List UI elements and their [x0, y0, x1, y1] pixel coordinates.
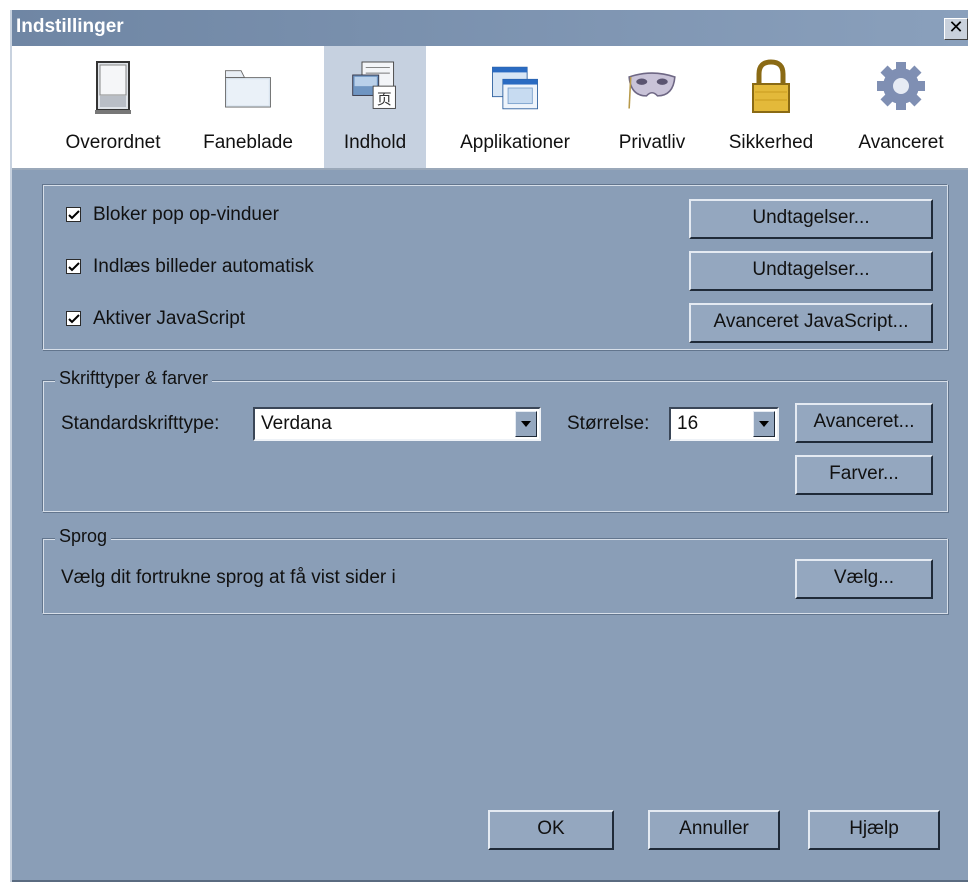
colors-button[interactable]: Farver... [795, 455, 933, 495]
block-popups-label: Bloker pop op-vinduer [93, 204, 279, 225]
checkmark-icon [68, 262, 80, 272]
block-popups-checkbox[interactable] [66, 207, 81, 222]
default-font-value: Verdana [261, 413, 332, 434]
font-size-dropdown-button[interactable] [753, 411, 775, 437]
chevron-down-icon [759, 421, 769, 427]
cancel-button[interactable]: Annuller [648, 810, 780, 850]
tabs-icon [225, 70, 271, 108]
image-exceptions-button[interactable]: Undtagelser... [689, 251, 933, 291]
tab-applications[interactable]: Applikationer [440, 46, 590, 168]
ok-button[interactable]: OK [488, 810, 614, 850]
tab-content[interactable]: 页 Indhold [324, 46, 426, 168]
default-font-label: Standardskrifttype: [61, 413, 220, 434]
default-font-dropdown-button[interactable] [515, 411, 537, 437]
language-legend: Sprog [55, 526, 112, 547]
lock-icon [752, 59, 790, 113]
close-button[interactable]: ✕ [944, 18, 968, 40]
tab-applications-label: Applikationer [460, 132, 570, 153]
help-button[interactable]: Hjælp [808, 810, 940, 850]
preferences-window: Indstillinger ✕ Overordnet Faneblade 页 I… [10, 10, 968, 882]
tab-general[interactable]: Overordnet [48, 46, 178, 168]
tab-advanced-label: Avanceret [858, 132, 944, 153]
load-images-checkbox[interactable] [66, 259, 81, 274]
tab-security[interactable]: Sikkerhed [716, 46, 826, 168]
fonts-colors-legend: Skrifttyper & farver [55, 368, 213, 389]
tab-content-label: Indhold [343, 132, 407, 153]
tab-privacy[interactable]: Privatliv [600, 46, 704, 168]
enable-javascript-checkbox[interactable] [66, 311, 81, 326]
tab-security-label: Sikkerhed [728, 132, 814, 153]
tab-tabs-label: Faneblade [203, 132, 293, 153]
content-settings-panel: Bloker pop op-vinduer Undtagelser... Ind… [42, 184, 948, 350]
content-icon: 页 [352, 61, 396, 109]
font-size-select[interactable]: 16 [669, 407, 779, 441]
chevron-down-icon [521, 421, 531, 427]
window-title: Indstillinger [16, 16, 124, 37]
fonts-advanced-button[interactable]: Avanceret... [795, 403, 933, 443]
enable-javascript-label: Aktiver JavaScript [93, 308, 246, 329]
advanced-javascript-button[interactable]: Avanceret JavaScript... [689, 303, 933, 343]
tab-privacy-label: Privatliv [618, 132, 686, 153]
gear-icon [877, 62, 925, 110]
language-description: Vælg dit fortrukne sprog at få vist side… [61, 567, 396, 588]
applications-icon [492, 66, 538, 110]
privacy-mask-icon [628, 72, 676, 109]
fonts-colors-group: Skrifttyper & farver Standardskrifttype:… [42, 368, 948, 512]
popup-exceptions-button[interactable]: Undtagelser... [689, 199, 933, 239]
checkmark-icon [68, 314, 80, 324]
tab-advanced[interactable]: Avanceret [842, 46, 960, 168]
close-icon: ✕ [948, 17, 964, 38]
tab-general-label: Overordnet [65, 132, 161, 153]
general-icon [95, 61, 131, 114]
choose-language-button[interactable]: Vælg... [795, 559, 933, 599]
svg-text:页: 页 [377, 90, 392, 108]
font-size-value: 16 [677, 413, 699, 434]
load-images-label: Indlæs billeder automatisk [93, 256, 314, 277]
title-bar: Indstillinger ✕ [12, 10, 968, 46]
size-label: Størrelse: [567, 413, 650, 434]
default-font-select[interactable]: Verdana [253, 407, 541, 441]
language-group: Sprog Vælg dit fortrukne sprog at få vis… [42, 526, 948, 614]
tab-tabs[interactable]: Faneblade [188, 46, 308, 168]
category-toolbar: Overordnet Faneblade 页 Indhold Applikati… [12, 46, 968, 170]
checkmark-icon [68, 210, 80, 220]
